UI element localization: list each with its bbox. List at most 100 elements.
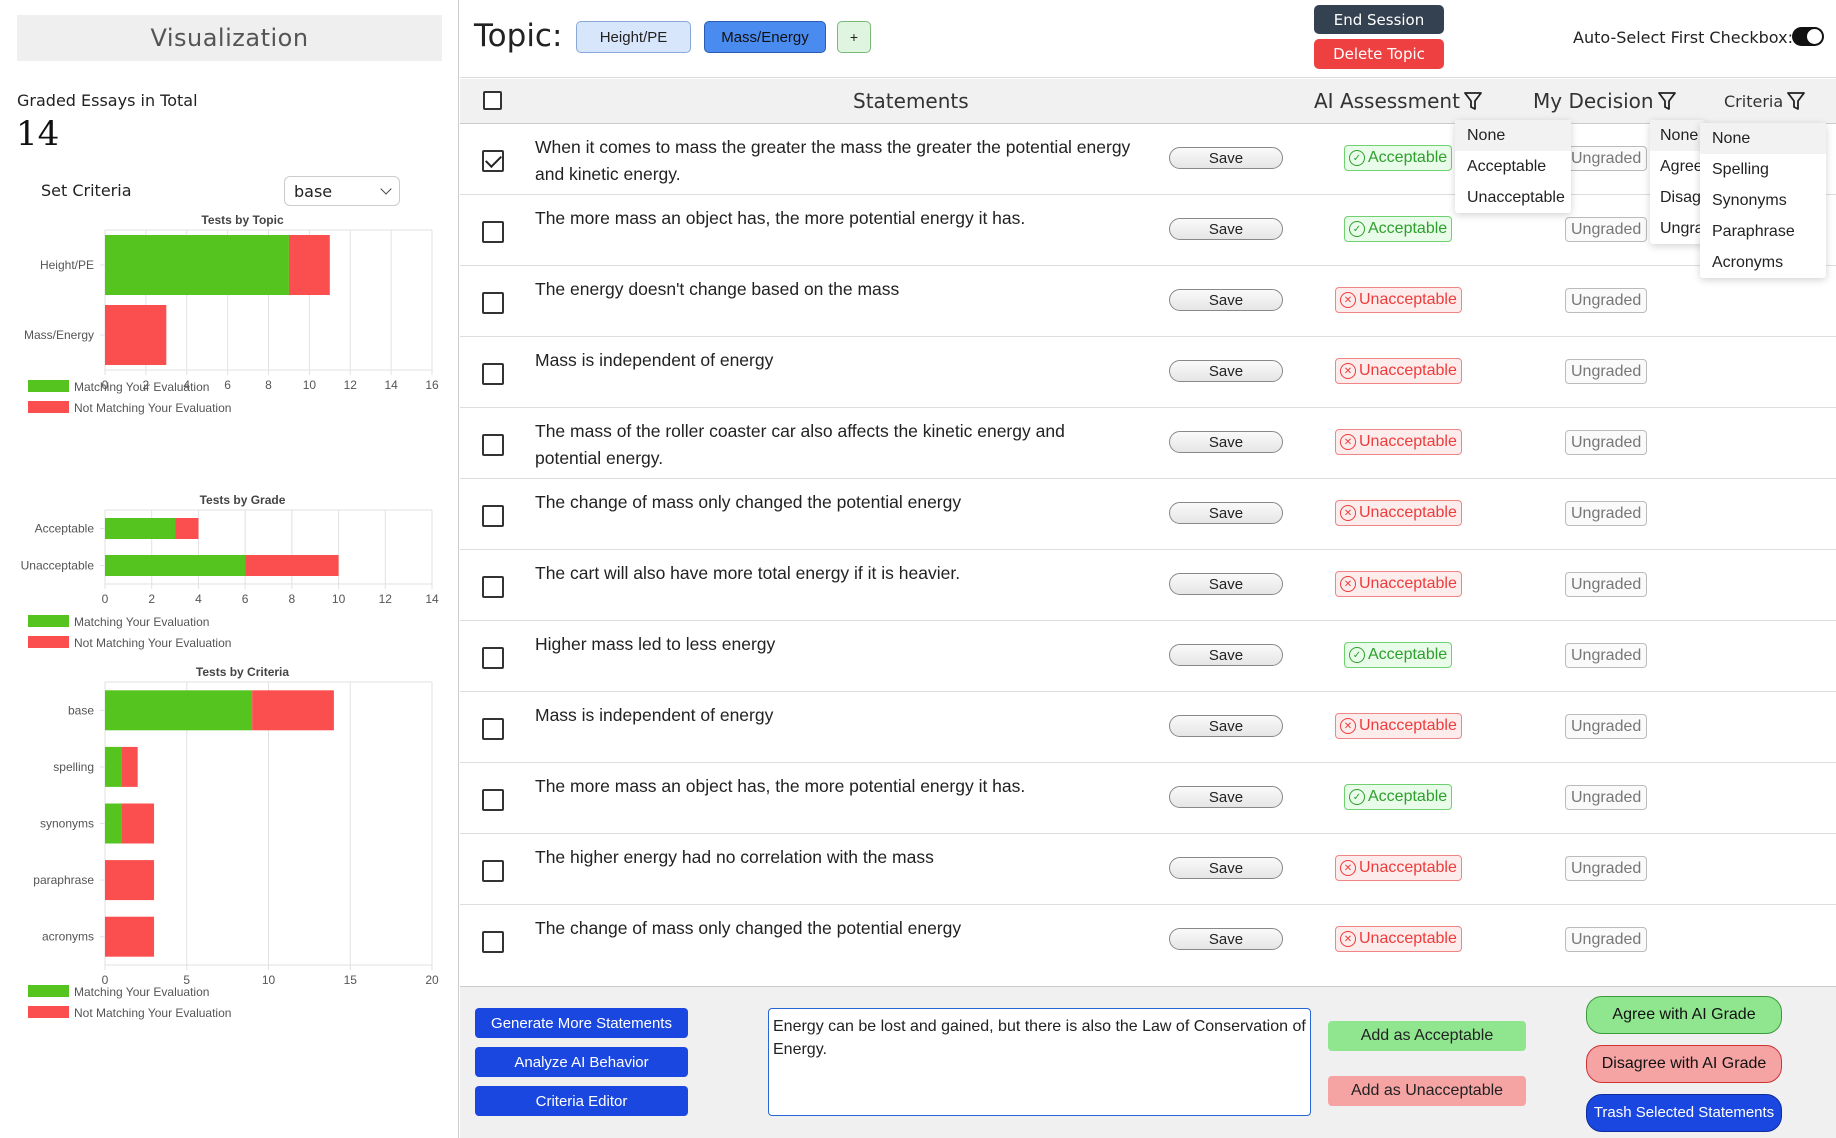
x-circle-icon: ✕ [1340,292,1356,308]
x-tick-label: 20 [425,973,439,987]
row-checkbox[interactable] [482,292,504,314]
save-button[interactable]: Save [1169,502,1283,524]
column-header-criteria[interactable]: Criteria [1724,91,1806,111]
statement-text: When it comes to mass the greater the ma… [535,137,1131,184]
table-row[interactable]: Mass is independent of energy Save ✕ Unacce… [460,692,1836,763]
bar-not-matching [175,518,199,539]
add-as-acceptable-button[interactable]: Add as Acceptable [1328,1021,1526,1051]
row-checkbox[interactable] [482,150,504,172]
column-header-ai-assessment[interactable]: AI Assessment [1314,89,1482,113]
filter-icon[interactable] [1787,91,1806,111]
table-row[interactable]: Higher mass led to less energy Save ✓ Accep… [460,621,1836,692]
table-row[interactable]: The mass of the roller coaster car also … [460,408,1836,479]
save-button[interactable]: Save [1169,715,1283,737]
row-checkbox[interactable] [482,789,504,811]
row-checkbox[interactable] [482,576,504,598]
ai-assessment-badge: ✕ Unacceptable [1335,500,1462,526]
column-header-my-decision[interactable]: My Decision [1533,89,1676,113]
agree-with-ai-button[interactable]: Agree with AI Grade [1586,996,1782,1034]
row-checkbox[interactable] [482,931,504,953]
criteria-select[interactable]: base [284,176,400,206]
criteria-filter-menu: None Spelling Synonyms Paraphrase Acronyms [1700,123,1826,278]
analyze-ai-behavior-button[interactable]: Analyze AI Behavior [475,1047,688,1077]
my-decision-badge[interactable]: Ungraded [1565,501,1648,526]
bar-not-matching [252,690,334,731]
my-filter-option[interactable]: Agree [1650,151,1705,182]
save-button[interactable]: Save [1169,431,1283,453]
table-row[interactable]: Mass is independent of energy Save ✕ Unacce… [460,337,1836,408]
legend-label: Matching Your Evaluation [74,985,209,999]
row-checkbox[interactable] [482,647,504,669]
my-decision-badge[interactable]: Ungraded [1565,572,1648,597]
my-decision-badge[interactable]: Ungraded [1565,288,1648,313]
ai-filter-option[interactable]: Unacceptable [1455,182,1571,213]
row-checkbox[interactable] [482,363,504,385]
auto-select-toggle[interactable] [1792,27,1824,46]
save-button[interactable]: Save [1169,857,1283,879]
save-button[interactable]: Save [1169,147,1283,169]
my-decision-badge[interactable]: Ungraded [1565,785,1648,810]
save-button[interactable]: Save [1169,289,1283,311]
filter-icon[interactable] [1464,91,1482,111]
table-row[interactable]: The more mass an object has, the more po… [460,195,1836,266]
row-checkbox[interactable] [482,221,504,243]
criteria-editor-button[interactable]: Criteria Editor [475,1086,688,1116]
row-checkbox[interactable] [482,434,504,456]
criteria-filter-option[interactable]: Acronyms [1700,247,1826,278]
table-row[interactable]: The cart will also have more total energ… [460,550,1836,621]
statement-text: The change of mass only changed the pote… [535,918,962,938]
table-row[interactable]: When it comes to mass the greater the ma… [460,124,1836,195]
save-button[interactable]: Save [1169,573,1283,595]
end-session-button[interactable]: End Session [1314,5,1444,34]
select-all-checkbox[interactable] [483,91,502,110]
criteria-filter-option[interactable]: Synonyms [1700,185,1826,216]
topic-button-mass-energy[interactable]: Mass/Energy [704,21,826,53]
row-checkbox[interactable] [482,860,504,882]
my-decision-badge[interactable]: Ungraded [1565,856,1648,881]
table-row[interactable]: The higher energy had no correlation wit… [460,834,1836,905]
criteria-filter-option[interactable]: None [1700,123,1826,154]
legend-swatch [28,985,69,997]
ai-assessment-label: Unacceptable [1359,859,1457,876]
add-topic-button[interactable]: + [837,21,871,53]
add-as-unacceptable-button[interactable]: Add as Unacceptable [1328,1076,1526,1106]
my-decision-badge[interactable]: Ungraded [1565,643,1648,668]
row-checkbox[interactable] [482,505,504,527]
table-row[interactable]: The change of mass only changed the pote… [460,905,1836,974]
filter-icon[interactable] [1657,91,1676,111]
my-decision-badge[interactable]: Ungraded [1565,146,1648,171]
my-decision-badge[interactable]: Ungraded [1565,217,1648,242]
table-row[interactable]: The energy doesn't change based on the m… [460,266,1836,337]
ai-assessment-label: Unacceptable [1359,504,1457,521]
trash-selected-button[interactable]: Trash Selected Statements [1586,1094,1782,1132]
save-button[interactable]: Save [1169,644,1283,666]
row-checkbox[interactable] [482,718,504,740]
save-button[interactable]: Save [1169,786,1283,808]
save-button[interactable]: Save [1169,360,1283,382]
topic-button-height-pe[interactable]: Height/PE [576,21,691,53]
my-decision-badge[interactable]: Ungraded [1565,927,1648,952]
check-circle-icon: ✓ [1349,150,1365,166]
my-decision-badge[interactable]: Ungraded [1565,359,1648,384]
my-filter-option[interactable]: None [1650,120,1705,151]
table-row[interactable]: The change of mass only changed the pote… [460,479,1836,550]
criteria-filter-option[interactable]: Paraphrase [1700,216,1826,247]
generate-more-statements-button[interactable]: Generate More Statements [475,1008,688,1038]
statement-text: Mass is independent of energy [535,350,774,370]
my-filter-option[interactable]: Disagree [1650,182,1705,213]
my-decision-badge[interactable]: Ungraded [1565,714,1648,739]
disagree-with-ai-button[interactable]: Disagree with AI Grade [1586,1045,1782,1083]
new-statement-textarea[interactable]: Energy can be lost and gained, but there… [768,1008,1311,1116]
x-tick-label: 6 [242,592,249,606]
ai-filter-option[interactable]: None [1455,120,1571,151]
ai-filter-option[interactable]: Acceptable [1455,151,1571,182]
my-decision-badge[interactable]: Ungraded [1565,430,1648,455]
column-header-my-decision-label: My Decision [1533,89,1654,113]
criteria-filter-option[interactable]: Spelling [1700,154,1826,185]
my-filter-option[interactable]: Ungraded [1650,213,1705,244]
legend-label: Matching Your Evaluation [74,380,209,394]
save-button[interactable]: Save [1169,218,1283,240]
save-button[interactable]: Save [1169,928,1283,950]
delete-topic-button[interactable]: Delete Topic [1314,39,1444,69]
table-row[interactable]: The more mass an object has, the more po… [460,763,1836,834]
